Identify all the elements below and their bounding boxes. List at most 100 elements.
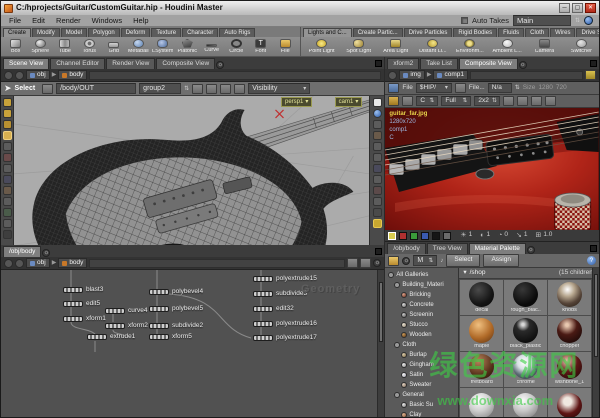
pane-tab[interactable]: Composite View xyxy=(459,58,518,70)
select-material-button[interactable]: Select xyxy=(446,254,480,267)
info-tool-icon[interactable] xyxy=(3,230,12,239)
pane-menu-icon[interactable] xyxy=(590,60,597,67)
material-scrollbar[interactable] xyxy=(592,268,599,418)
node-body-icon[interactable] xyxy=(63,287,83,293)
breadcrumb-root[interactable]: img xyxy=(399,70,424,81)
adjust-control[interactable]: ◔ 0 xyxy=(498,232,508,239)
back-icon[interactable] xyxy=(4,259,13,268)
shelf-tool[interactable]: Torus xyxy=(78,39,102,55)
gallery-tree-item[interactable]: Basic Su xyxy=(385,400,458,410)
network-node[interactable]: polybevel5 xyxy=(149,306,203,313)
scene-viewport[interactable]: persp1 ▾ cam1 ▾ xyxy=(1,96,384,245)
channel-red-swatch[interactable] xyxy=(399,232,407,240)
adjust-control[interactable]: ◐ 1 xyxy=(480,232,490,239)
node-body-icon[interactable] xyxy=(149,306,169,312)
display-wire-icon[interactable] xyxy=(373,164,382,173)
forward-icon[interactable] xyxy=(15,71,24,80)
shelf-tool[interactable]: Switcher xyxy=(567,39,596,55)
gallery-tree-item[interactable]: Burlap xyxy=(385,350,458,360)
shelf-tab[interactable]: Create Partic... xyxy=(353,28,403,37)
shelf-tab[interactable]: Wires xyxy=(550,28,575,37)
shelf-tab[interactable]: Lights and C... xyxy=(303,28,352,37)
group-spinner-icon[interactable]: ⇅ xyxy=(184,86,189,92)
node-body-icon[interactable] xyxy=(149,334,169,340)
na-dropdown[interactable]: N/a xyxy=(488,83,512,94)
shelf-tool[interactable]: Camera xyxy=(530,39,559,55)
pane-menu-icon[interactable] xyxy=(375,60,382,67)
forward-icon[interactable] xyxy=(15,259,24,268)
select-cursor-icon[interactable]: ➤ xyxy=(4,84,12,93)
rotate-tool-icon[interactable] xyxy=(3,153,12,162)
material-item[interactable] xyxy=(460,388,503,418)
shelf-tool[interactable]: Platonic xyxy=(176,39,200,55)
menu-item[interactable]: File xyxy=(8,16,22,26)
material-item[interactable]: chopper xyxy=(548,316,591,351)
select-tool-icon[interactable] xyxy=(3,131,12,140)
shelf-tool[interactable]: Point Light xyxy=(307,39,336,55)
falloff-tool-icon[interactable] xyxy=(3,197,12,206)
shelf-tool[interactable]: Distant Li... xyxy=(418,39,447,55)
composite-image-view[interactable]: guitar_far.jpg 1280x720 comp1 C xyxy=(385,108,599,230)
gallery-tree-item[interactable]: Wooden xyxy=(385,330,458,340)
display-texture-icon[interactable] xyxy=(373,186,382,195)
gallery-tree-item[interactable]: Sweater xyxy=(385,380,458,390)
network-node[interactable]: polyextrude16 xyxy=(253,321,317,328)
shelf-tool[interactable]: Metaball xyxy=(127,39,151,55)
pane-gear-icon[interactable]: ☼ xyxy=(42,249,50,257)
shelf-tool[interactable]: Circle xyxy=(225,39,249,55)
shelf-tool[interactable]: Ambient L... xyxy=(492,39,521,55)
menu-item[interactable]: Windows xyxy=(91,16,123,26)
breadcrumb-node[interactable]: comp1 xyxy=(433,70,468,81)
breadcrumb-node[interactable]: body xyxy=(58,70,87,81)
shelf-tool[interactable]: T Font xyxy=(249,39,273,55)
pan-tool-icon[interactable] xyxy=(3,109,12,118)
pane-tab[interactable]: Channel Editor xyxy=(50,58,105,70)
shelf-tool[interactable]: LSystem xyxy=(151,39,175,55)
na-spinner-icon[interactable]: ⇅ xyxy=(515,85,520,91)
fit-view-icon[interactable] xyxy=(531,96,542,106)
gallery-tree-item[interactable]: Cloth xyxy=(385,340,458,350)
shelf-tab[interactable]: Cloth xyxy=(525,28,549,37)
sculpt-tool-icon[interactable] xyxy=(3,208,12,217)
network-node[interactable]: extrude1 xyxy=(87,334,135,341)
network-editor[interactable]: blast3 edit5 xform1 xyxy=(1,270,384,418)
network-node[interactable]: subdivide3 xyxy=(253,291,307,298)
pane-tab[interactable]: Scene View xyxy=(3,58,49,70)
shelf-tab[interactable]: Polygon xyxy=(88,28,120,37)
pane-tab[interactable]: Tree View xyxy=(427,243,468,255)
gallery-tree-item[interactable]: Screenin xyxy=(385,310,458,320)
gallery-tree-item[interactable]: Stucco xyxy=(385,320,458,330)
node-body-icon[interactable] xyxy=(253,306,273,312)
network-node[interactable]: xform2 xyxy=(105,323,148,330)
maximize-button[interactable]: ▢ xyxy=(572,3,583,13)
node-body-icon[interactable] xyxy=(63,316,83,322)
gallery-tree-item[interactable]: All Galleries xyxy=(385,270,458,280)
visibility-dropdown[interactable]: Visibility ▾ xyxy=(248,83,310,94)
shelf-tool[interactable]: Spot Light xyxy=(344,39,373,55)
back-icon[interactable] xyxy=(4,71,13,80)
shelf-tab[interactable]: Modify xyxy=(32,28,60,37)
select-invert-icon[interactable] xyxy=(220,84,231,94)
channel-alpha-swatch[interactable] xyxy=(432,232,440,240)
view-tool-icon[interactable] xyxy=(3,98,12,107)
pane-gear-icon[interactable]: ☼ xyxy=(519,61,527,69)
network-node[interactable]: xform1 xyxy=(63,316,106,323)
snapshot-icon[interactable] xyxy=(373,208,382,217)
display-normals-icon[interactable] xyxy=(373,153,382,162)
material-gear-icon[interactable]: ☼ xyxy=(402,257,410,265)
gallery-tree-item[interactable]: Building_Materi xyxy=(385,280,458,290)
pane-gear-icon[interactable]: ☼ xyxy=(216,61,224,69)
channel-blue-swatch[interactable] xyxy=(421,232,429,240)
path-field[interactable] xyxy=(89,71,381,80)
shelf-tab[interactable]: Auto Rigs xyxy=(219,28,255,37)
gallery-tree-item[interactable]: Clay xyxy=(385,410,458,418)
view-flag-icon[interactable] xyxy=(585,70,596,80)
network-gear-icon[interactable]: ☼ xyxy=(373,259,381,267)
node-body-icon[interactable] xyxy=(149,289,169,295)
help-globe-icon[interactable] xyxy=(373,109,382,118)
shelf-tab[interactable]: Rigid Bodies xyxy=(453,28,497,37)
adjust-control[interactable]: ↘ 1 xyxy=(516,232,528,239)
material-item[interactable] xyxy=(548,388,591,418)
selection-path-field[interactable]: /body/OUT xyxy=(56,83,136,94)
help-globe-icon[interactable] xyxy=(584,16,593,25)
